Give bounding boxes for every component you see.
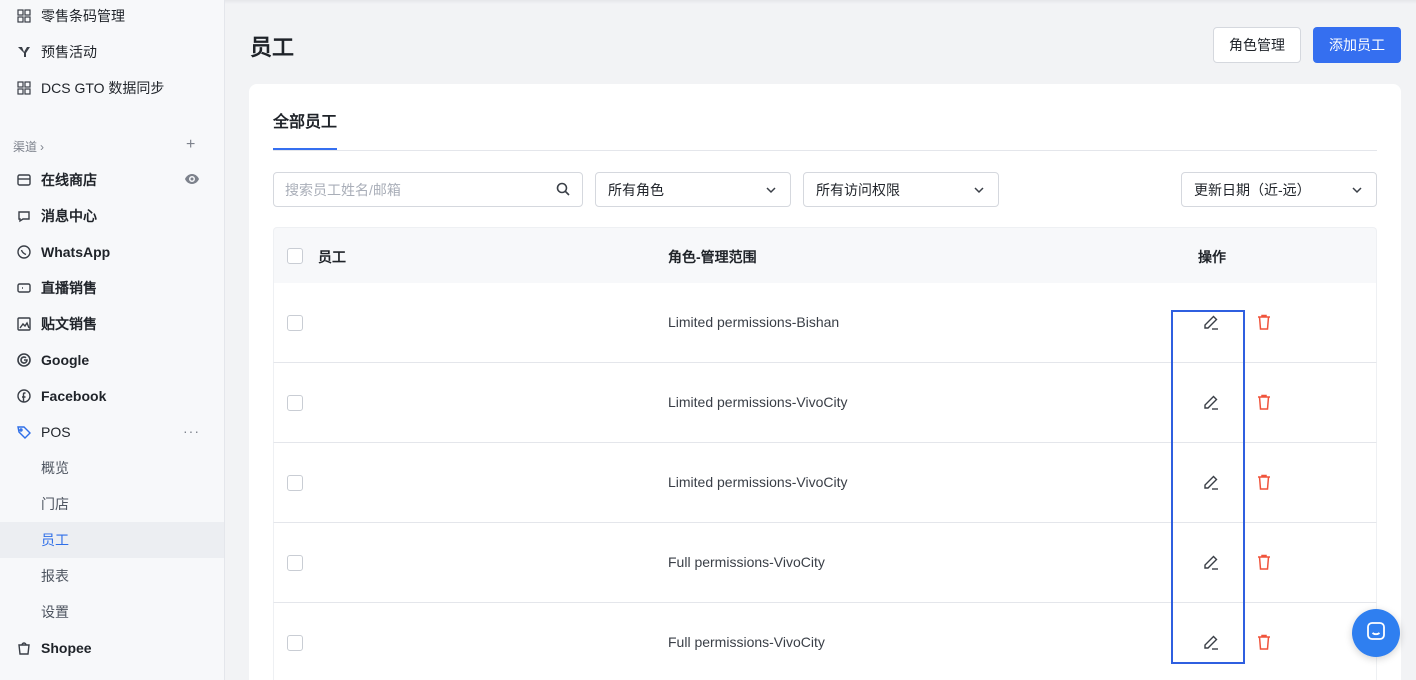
whatsapp-icon bbox=[15, 243, 33, 261]
presale-icon bbox=[15, 43, 33, 61]
sidebar-sub-reports[interactable]: 报表 bbox=[0, 558, 224, 594]
column-employee: 员工 bbox=[318, 249, 346, 265]
google-icon bbox=[15, 351, 33, 369]
delete-icon[interactable] bbox=[1256, 313, 1272, 336]
chevron-down-icon bbox=[764, 183, 778, 200]
edit-column-highlight bbox=[1171, 310, 1245, 664]
sidebar-item-label: WhatsApp bbox=[41, 244, 111, 260]
table-header: 员工 角色-管理范围 操作 bbox=[273, 227, 1377, 283]
access-filter-select[interactable]: 所有访问权限 bbox=[803, 172, 999, 207]
tab-all-staff[interactable]: 全部员工 bbox=[273, 108, 337, 132]
sidebar-sub-settings[interactable]: 设置 bbox=[0, 594, 224, 630]
sidebar-item-label: DCS GTO 数据同步 bbox=[41, 80, 165, 96]
role-scope: Full permissions-VivoCity bbox=[668, 634, 825, 650]
role-management-button[interactable]: 角色管理 bbox=[1213, 27, 1301, 63]
row-checkbox[interactable] bbox=[287, 555, 303, 571]
shopee-icon bbox=[15, 639, 33, 657]
add-staff-button[interactable]: 添加员工 bbox=[1313, 27, 1401, 63]
message-icon bbox=[15, 207, 33, 225]
sidebar-item-whatsapp[interactable]: WhatsApp bbox=[0, 234, 224, 270]
sidebar-item-live-sales[interactable]: 直播销售 bbox=[0, 270, 224, 306]
role-filter-select[interactable]: 所有角色 bbox=[595, 172, 791, 207]
role-scope: Limited permissions-VivoCity bbox=[668, 474, 848, 490]
live-icon bbox=[15, 279, 33, 297]
sidebar-item-retail-barcode[interactable]: 零售条码管理 bbox=[0, 0, 224, 34]
page-title: 员工 bbox=[250, 35, 295, 60]
role-scope: Limited permissions-VivoCity bbox=[668, 394, 848, 410]
top-shadow bbox=[225, 0, 1416, 4]
sidebar-item-post-sales[interactable]: 贴文销售 bbox=[0, 306, 224, 342]
add-channel-icon[interactable]: + bbox=[186, 136, 195, 154]
post-icon bbox=[15, 315, 33, 333]
sidebar-item-label: 直播销售 bbox=[41, 280, 97, 296]
channels-group-label[interactable]: 渠道 › bbox=[13, 138, 44, 155]
sidebar: 零售条码管理 预售活动 DCS GTO 数据同步 渠道 › + 在线商店 消息中… bbox=[0, 0, 225, 680]
sidebar-item-label: 零售条码管理 bbox=[41, 8, 125, 24]
sidebar-item-google[interactable]: Google bbox=[0, 342, 224, 378]
search-placeholder: 搜索员工姓名/邮箱 bbox=[285, 181, 401, 198]
role-scope: Full permissions-VivoCity bbox=[668, 554, 825, 570]
tab-divider bbox=[273, 150, 1377, 151]
row-checkbox[interactable] bbox=[287, 395, 303, 411]
sidebar-item-shopee[interactable]: Shopee bbox=[0, 630, 224, 666]
sidebar-item-dcs-gto[interactable]: DCS GTO 数据同步 bbox=[0, 70, 224, 106]
delete-icon[interactable] bbox=[1256, 473, 1272, 496]
select-all-checkbox[interactable] bbox=[287, 248, 303, 264]
store-icon bbox=[15, 171, 33, 189]
chevron-down-icon bbox=[1350, 183, 1364, 200]
sidebar-sub-stores[interactable]: 门店 bbox=[0, 486, 224, 522]
sidebar-item-label: Facebook bbox=[41, 388, 107, 404]
grid-icon bbox=[15, 7, 33, 25]
chevron-down-icon bbox=[972, 183, 986, 200]
sidebar-item-message-center[interactable]: 消息中心 bbox=[0, 198, 224, 234]
sidebar-item-presale[interactable]: 预售活动 bbox=[0, 34, 224, 70]
facebook-icon bbox=[15, 387, 33, 405]
sidebar-item-label: Google bbox=[41, 352, 90, 368]
chevron-right-icon: › bbox=[40, 139, 45, 154]
column-role-scope: 角色-管理范围 bbox=[668, 249, 757, 265]
row-checkbox[interactable] bbox=[287, 635, 303, 651]
sidebar-item-label: 贴文销售 bbox=[41, 316, 97, 332]
sidebar-item-label: 预售活动 bbox=[41, 44, 97, 60]
chat-icon bbox=[1364, 619, 1388, 648]
delete-icon[interactable] bbox=[1256, 393, 1272, 416]
eye-icon[interactable] bbox=[184, 171, 200, 187]
sidebar-item-label: Shopee bbox=[41, 640, 92, 656]
search-input[interactable]: 搜索员工姓名/邮箱 bbox=[273, 172, 583, 207]
sidebar-item-pos[interactable]: POS ··· bbox=[0, 414, 224, 450]
sort-select[interactable]: 更新日期（近-远） bbox=[1181, 172, 1377, 207]
more-icon[interactable]: ··· bbox=[183, 423, 200, 439]
delete-icon[interactable] bbox=[1256, 553, 1272, 576]
row-checkbox[interactable] bbox=[287, 315, 303, 331]
sidebar-sub-staff[interactable]: 员工 bbox=[0, 522, 224, 558]
row-checkbox[interactable] bbox=[287, 475, 303, 491]
sidebar-item-facebook[interactable]: Facebook bbox=[0, 378, 224, 414]
delete-icon[interactable] bbox=[1256, 633, 1272, 656]
column-actions: 操作 bbox=[1198, 249, 1226, 265]
pos-tag-icon bbox=[15, 423, 33, 441]
grid-icon bbox=[15, 79, 33, 97]
chat-launcher-button[interactable] bbox=[1352, 609, 1400, 657]
role-scope: Limited permissions-Bishan bbox=[668, 314, 840, 330]
sidebar-item-label: 在线商店 bbox=[41, 172, 97, 188]
sidebar-item-label: POS bbox=[41, 424, 71, 440]
sidebar-item-online-store[interactable]: 在线商店 bbox=[0, 162, 224, 198]
sidebar-sub-overview[interactable]: 概览 bbox=[0, 450, 224, 486]
sidebar-item-label: 消息中心 bbox=[41, 208, 97, 224]
search-icon[interactable] bbox=[555, 181, 571, 200]
